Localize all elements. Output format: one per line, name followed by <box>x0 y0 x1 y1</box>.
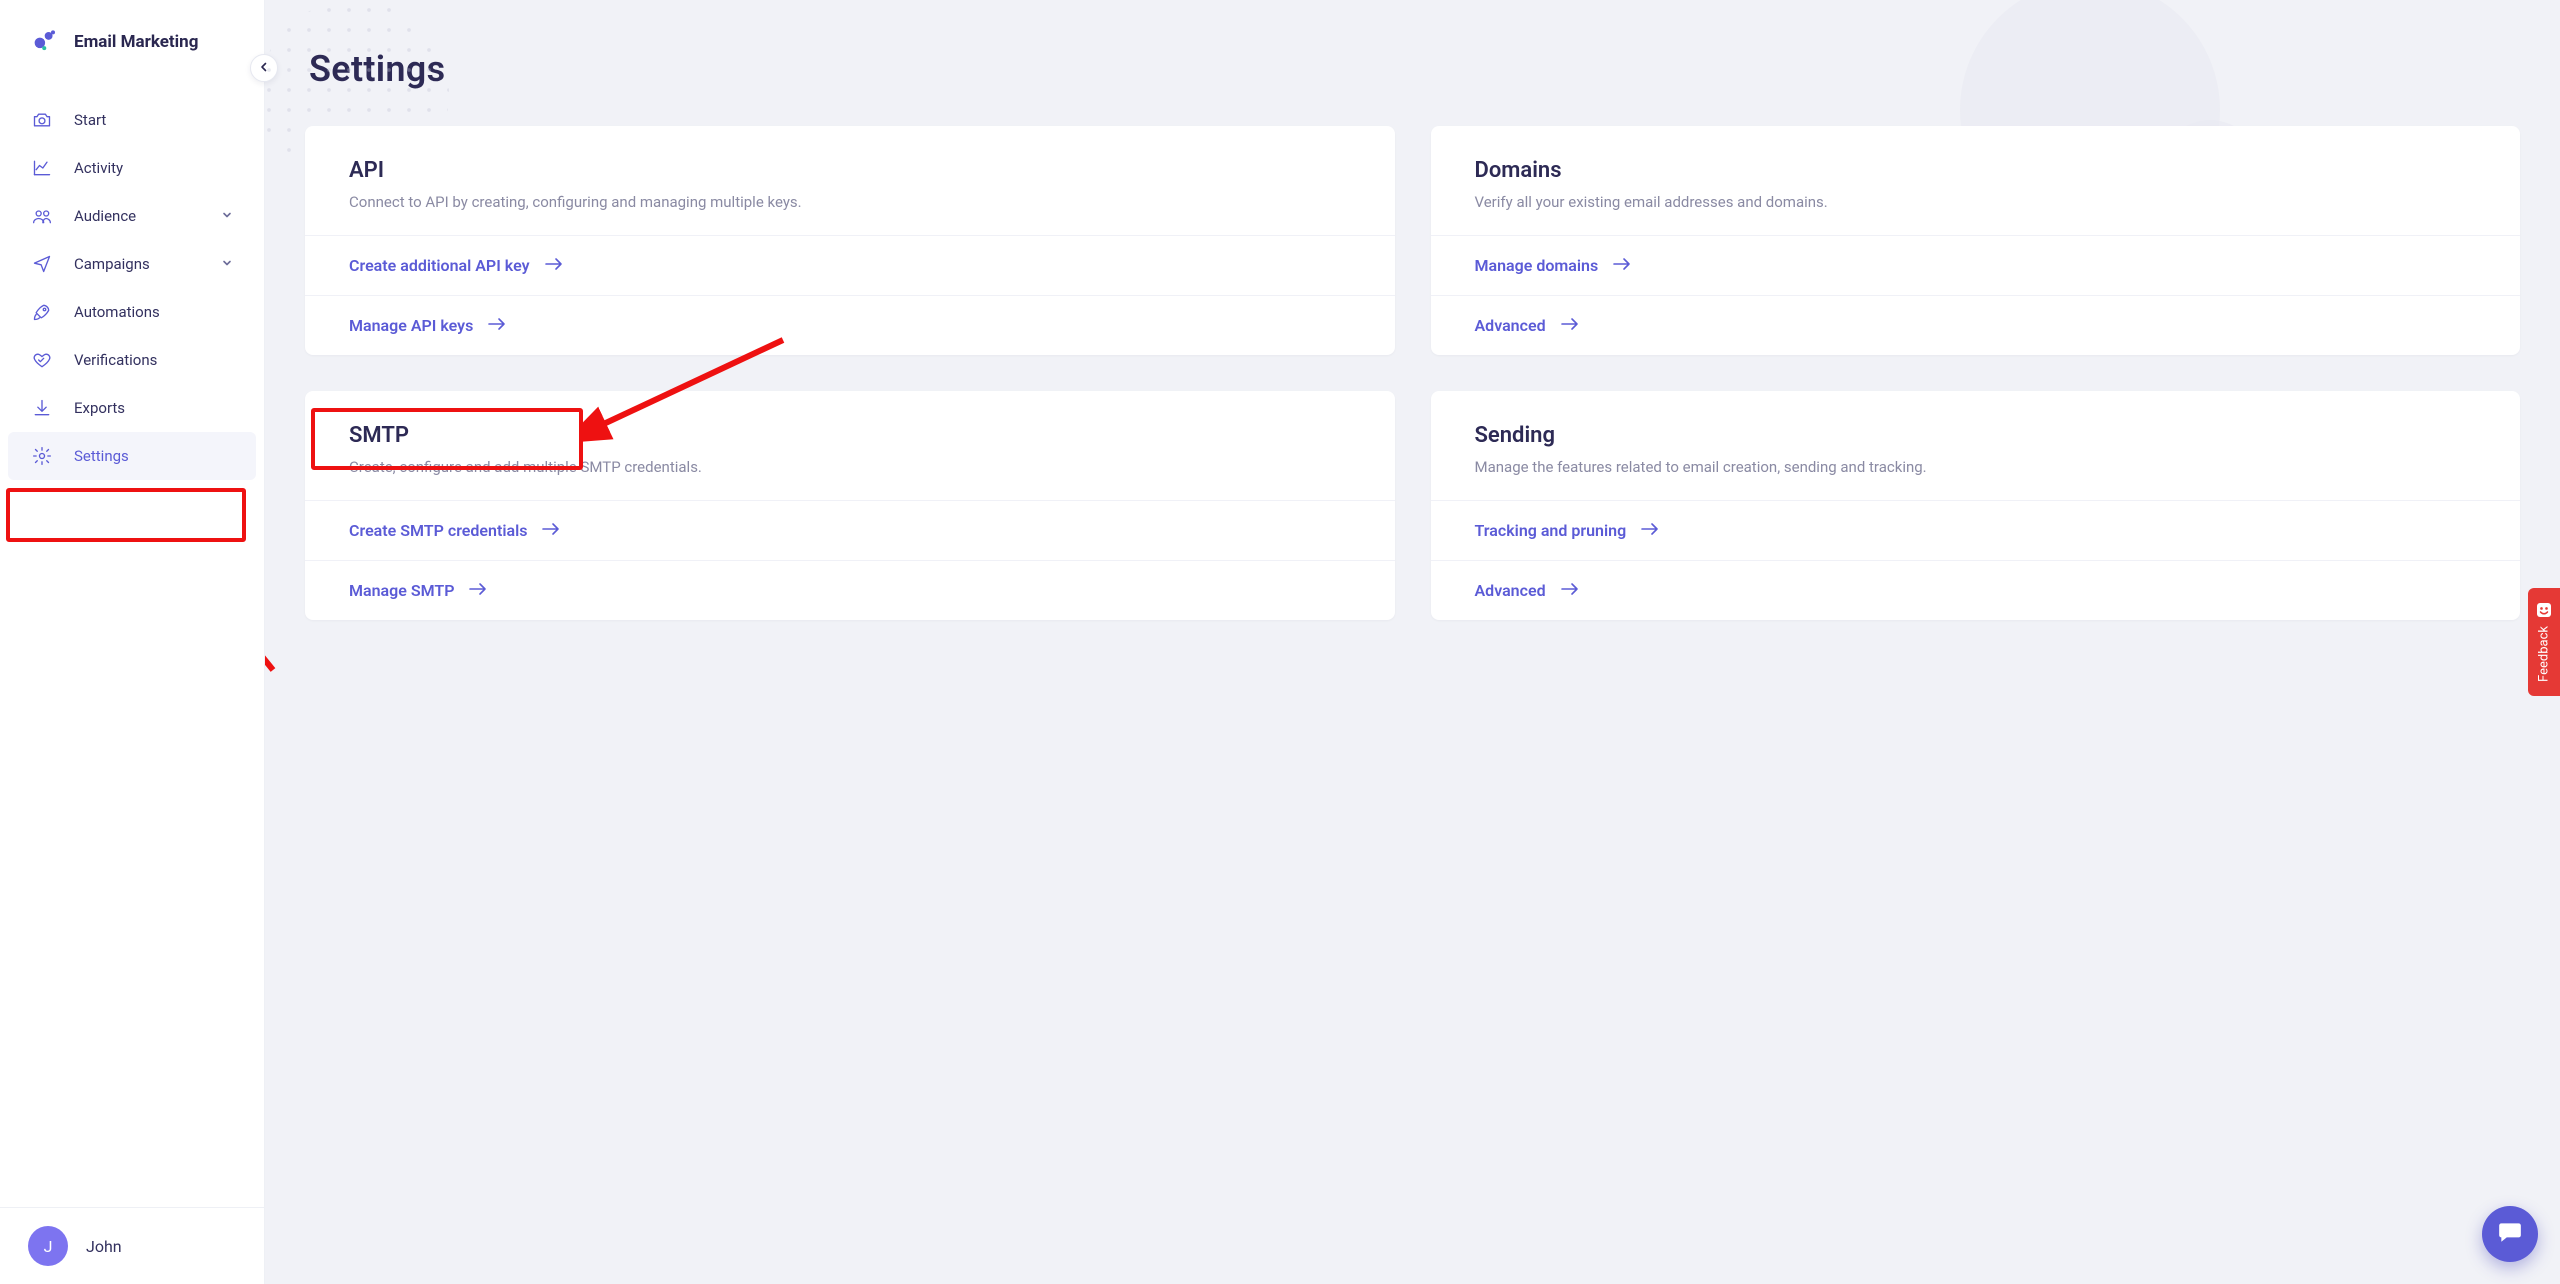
sidebar-item-verifications[interactable]: Verifications <box>8 336 256 384</box>
sidebar-item-label: Campaigns <box>74 255 200 273</box>
brand-name: Email Marketing <box>74 32 198 52</box>
arrow-right-icon <box>1560 582 1580 600</box>
card-header: Sending Manage the features related to em… <box>1431 391 2521 500</box>
download-icon <box>32 398 52 418</box>
sidebar: Email Marketing Start Activity Audience Cam… <box>0 0 265 1284</box>
arrow-right-icon <box>541 522 561 540</box>
chevron-down-icon <box>222 210 232 223</box>
card-link-label: Manage SMTP <box>349 581 454 600</box>
sidebar-item-label: Automations <box>74 303 232 321</box>
gear-icon <box>32 446 52 466</box>
card-link-label: Create SMTP credentials <box>349 521 527 540</box>
arrow-right-icon <box>1560 317 1580 335</box>
card-links: Manage domains Advanced <box>1431 235 2521 355</box>
sidebar-item-automations[interactable]: Automations <box>8 288 256 336</box>
card-description: Manage the features related to email cre… <box>1475 458 2477 476</box>
card-links: Create additional API key Manage API keys <box>305 235 1395 355</box>
arrow-right-icon <box>1640 522 1660 540</box>
sidebar-item-label: Start <box>74 111 232 129</box>
sidebar-item-label: Activity <box>74 159 232 177</box>
sidebar-item-label: Exports <box>74 399 232 417</box>
settings-card-domains: Domains Verify all your existing email ad… <box>1431 126 2521 355</box>
people-icon <box>32 206 52 226</box>
settings-card-smtp: SMTP Create, configure and add multiple S… <box>305 391 1395 620</box>
card-title: Domains <box>1475 158 2477 183</box>
card-link-label: Tracking and pruning <box>1475 521 1627 540</box>
card-title: Sending <box>1475 423 2477 448</box>
chat-icon <box>2497 1219 2523 1249</box>
card-link-advanced[interactable]: Advanced <box>1431 560 2521 620</box>
app-logo-icon <box>32 28 60 56</box>
feedback-tab[interactable]: Feedback <box>2528 588 2560 696</box>
sidebar-item-label: Settings <box>74 447 232 465</box>
settings-card-sending: Sending Manage the features related to em… <box>1431 391 2521 620</box>
user-name: John <box>86 1237 122 1256</box>
card-link-manage domains[interactable]: Manage domains <box>1431 235 2521 295</box>
sidebar-item-exports[interactable]: Exports <box>8 384 256 432</box>
card-header: SMTP Create, configure and add multiple S… <box>305 391 1395 500</box>
card-link-tracking and pruning[interactable]: Tracking and pruning <box>1431 500 2521 560</box>
card-link-create smtp credentials[interactable]: Create SMTP credentials <box>305 500 1395 560</box>
card-links: Create SMTP credentials Manage SMTP <box>305 500 1395 620</box>
card-title: SMTP <box>349 423 1351 448</box>
feedback-label: Feedback <box>2537 626 2552 682</box>
smiley-icon <box>2536 602 2552 618</box>
chevron-down-icon <box>222 258 232 271</box>
main-content: Settings API Connect to API by creating, … <box>265 0 2560 1284</box>
heart-icon <box>32 350 52 370</box>
arrow-right-icon <box>468 582 488 600</box>
card-description: Create, configure and add multiple SMTP … <box>349 458 1351 476</box>
card-link-label: Advanced <box>1475 316 1546 335</box>
settings-card-api: API Connect to API by creating, configuri… <box>305 126 1395 355</box>
card-links: Tracking and pruning Advanced <box>1431 500 2521 620</box>
card-link-label: Advanced <box>1475 581 1546 600</box>
arrow-right-icon <box>544 257 564 275</box>
card-link-label: Manage domains <box>1475 256 1599 275</box>
sidebar-item-settings[interactable]: Settings <box>8 432 256 480</box>
chat-launcher-button[interactable] <box>2482 1206 2538 1262</box>
card-description: Verify all your existing email addresses… <box>1475 193 2477 211</box>
card-link-create additional api key[interactable]: Create additional API key <box>305 235 1395 295</box>
annotation-arrow-to-settings <box>265 530 285 680</box>
rocket-icon <box>32 302 52 322</box>
sidebar-item-label: Audience <box>74 207 200 225</box>
card-title: API <box>349 158 1351 183</box>
settings-cards-grid: API Connect to API by creating, configuri… <box>305 126 2520 620</box>
card-header: API Connect to API by creating, configuri… <box>305 126 1395 235</box>
sidebar-nav: Start Activity Audience Campaigns Automation… <box>0 76 264 1207</box>
card-link-label: Manage API keys <box>349 316 473 335</box>
camera-icon <box>32 110 52 130</box>
page-title: Settings <box>309 48 2520 90</box>
activity-icon <box>32 158 52 178</box>
card-link-advanced[interactable]: Advanced <box>1431 295 2521 355</box>
sidebar-header: Email Marketing <box>0 0 264 76</box>
app-root: Email Marketing Start Activity Audience Cam… <box>0 0 2560 1284</box>
card-link-manage smtp[interactable]: Manage SMTP <box>305 560 1395 620</box>
sidebar-item-audience[interactable]: Audience <box>8 192 256 240</box>
sidebar-item-activity[interactable]: Activity <box>8 144 256 192</box>
sidebar-item-start[interactable]: Start <box>8 96 256 144</box>
send-icon <box>32 254 52 274</box>
card-link-label: Create additional API key <box>349 256 530 275</box>
arrow-right-icon <box>1612 257 1632 275</box>
sidebar-item-campaigns[interactable]: Campaigns <box>8 240 256 288</box>
user-avatar: J <box>28 1226 68 1266</box>
sidebar-footer[interactable]: J John <box>0 1207 264 1284</box>
sidebar-item-label: Verifications <box>74 351 232 369</box>
user-initial: J <box>44 1237 53 1256</box>
card-header: Domains Verify all your existing email ad… <box>1431 126 2521 235</box>
arrow-right-icon <box>487 317 507 335</box>
card-link-manage api keys[interactable]: Manage API keys <box>305 295 1395 355</box>
card-description: Connect to API by creating, configuring … <box>349 193 1351 211</box>
